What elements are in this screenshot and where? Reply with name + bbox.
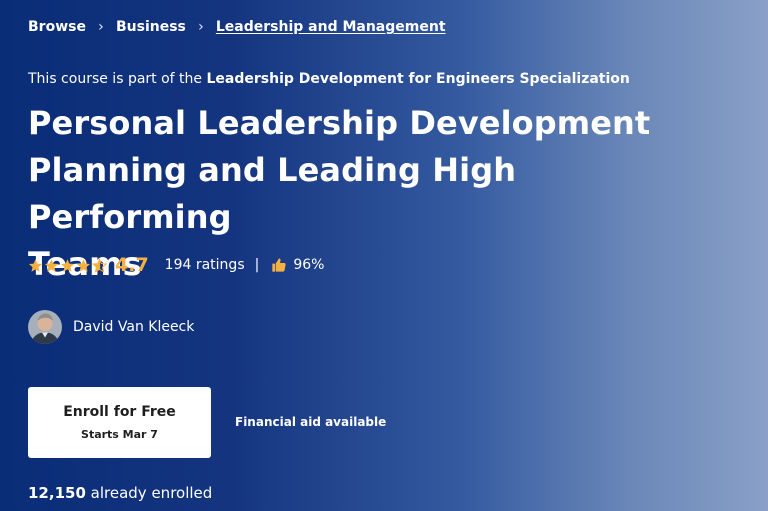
person-icon <box>28 310 62 344</box>
ratings-count[interactable]: 194 ratings <box>165 257 245 273</box>
divider: | <box>254 257 260 273</box>
breadcrumb-business[interactable]: Business <box>116 19 186 35</box>
specialization-notice: This course is part of the Leadership De… <box>28 71 630 87</box>
rating-row: 4.7 194 ratings | 96% <box>28 253 324 277</box>
avatar <box>28 310 62 344</box>
breadcrumb: Browse › Business › Leadership and Manag… <box>28 16 446 38</box>
course-title-line: Planning and Leading High Performing <box>28 151 517 236</box>
rating-value: 4.7 <box>115 254 149 276</box>
enrollment-count: 12,150 already enrolled <box>28 484 212 502</box>
star-icon <box>76 258 91 272</box>
instructor-name[interactable]: David Van Kleeck <box>73 319 194 335</box>
star-rating <box>28 257 107 273</box>
star-icon <box>28 258 43 272</box>
breadcrumb-leadership-and-management[interactable]: Leadership and Management <box>216 19 446 35</box>
chevron-right-icon: › <box>198 19 204 35</box>
chevron-right-icon: › <box>98 19 104 35</box>
enroll-start-date: Starts Mar 7 <box>81 428 158 441</box>
star-icon <box>44 258 59 272</box>
enrolled-suffix: already enrolled <box>90 484 213 502</box>
instructor[interactable]: David Van Kleeck <box>28 310 194 344</box>
enrolled-number: 12,150 <box>28 484 86 502</box>
star-icon <box>60 258 75 272</box>
financial-aid-link[interactable]: Financial aid available <box>235 415 386 429</box>
half-star-icon <box>92 257 107 273</box>
course-title-line: Personal Leadership Development <box>28 104 651 142</box>
specialization-link[interactable]: Leadership Development for Engineers Spe… <box>206 71 629 87</box>
thumbs-up-icon <box>272 258 286 272</box>
enroll-label: Enroll for Free <box>63 404 176 420</box>
breadcrumb-browse[interactable]: Browse <box>28 19 86 35</box>
approval-percentage: 96% <box>293 257 325 273</box>
enroll-button[interactable]: Enroll for Free Starts Mar 7 <box>28 387 211 458</box>
specialization-prefix: This course is part of the <box>28 71 203 87</box>
